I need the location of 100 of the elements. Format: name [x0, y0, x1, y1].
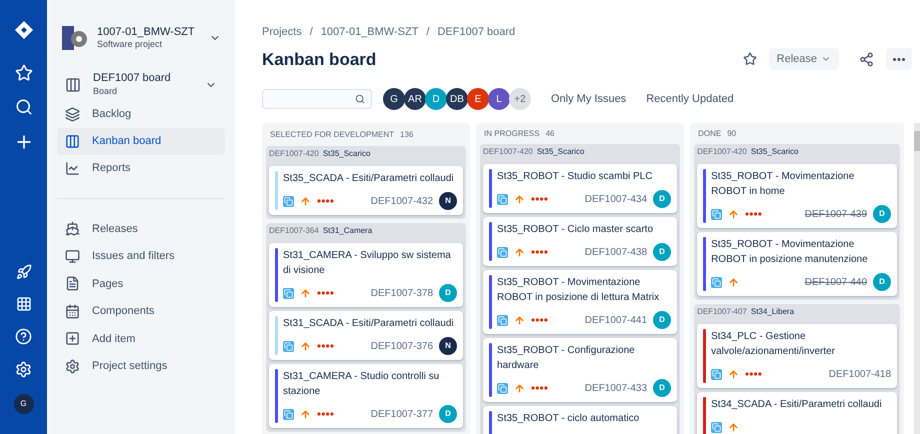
- issue-key[interactable]: DEF1007-418: [828, 366, 892, 382]
- issue-key[interactable]: DEF1007-434: [584, 192, 648, 206]
- project-name[interactable]: 1007-01_BMW-SZT: [97, 26, 201, 40]
- release-button[interactable]: Release: [768, 48, 839, 70]
- issue-card[interactable]: St35_ROBOT - Studio scambi PLC DEF1007-434 D: [483, 164, 678, 213]
- avatar-filter[interactable]: L: [488, 88, 510, 110]
- sidebar-item[interactable]: Add item: [57, 325, 225, 352]
- priority-icon: [514, 382, 526, 394]
- issue-card[interactable]: St35_ROBOT - ciclo automatico: [483, 406, 678, 434]
- issue-card[interactable]: St35_ROBOT - Movimentazione ROBOT in posizione manutenzione DEF1007-440 D: [697, 232, 898, 296]
- monitor-icon: [65, 248, 80, 264]
- sidebar-item[interactable]: Project settings: [57, 352, 225, 380]
- sidebar-item[interactable]: Pages: [57, 270, 225, 298]
- column-count: 136: [400, 129, 414, 141]
- issue-key[interactable]: DEF1007-440: [804, 274, 868, 290]
- issue-key[interactable]: DEF1007-376: [370, 338, 434, 354]
- search-icon: [355, 94, 365, 104]
- assignee-avatar: D: [653, 190, 672, 208]
- board-type: Board: [93, 86, 118, 97]
- issue-key[interactable]: DEF1007-441: [584, 312, 648, 328]
- subtask-icon: [497, 194, 508, 204]
- priority-icon: [300, 340, 311, 352]
- issue-card[interactable]: St35_ROBOT - Configurazione hardware DEF1007-433 D: [483, 338, 678, 402]
- issue-card[interactable]: St35_SCADA - Esiti/Parametri collaudi DEF1007-432 N: [269, 166, 464, 215]
- assignee-avatar: N: [439, 337, 458, 355]
- subtask-icon: [711, 208, 722, 220]
- breadcrumb-link[interactable]: DEF1007 board: [437, 24, 516, 40]
- avatar-filter[interactable]: DB: [446, 88, 468, 110]
- board-icon: [65, 76, 81, 92]
- search-icon[interactable]: [14, 98, 32, 116]
- sidebar-item[interactable]: Kanban board: [57, 128, 225, 155]
- epic-key: DEF1007-420: [269, 148, 319, 160]
- logo-icon[interactable]: [14, 20, 34, 40]
- more-icon: [893, 58, 905, 61]
- epic-key: DEF1007-407: [697, 306, 747, 318]
- priority-icon: [514, 194, 526, 204]
- issue-key[interactable]: DEF1007-433: [584, 380, 648, 396]
- issue-card[interactable]: St34_SCADA - Esiti/Parametri collaudi: [697, 392, 898, 434]
- project-logo-icon: [61, 24, 89, 52]
- subtask-icon: [497, 314, 508, 326]
- priority-icon: [300, 408, 311, 420]
- board-name[interactable]: DEF1007 board: [93, 72, 193, 86]
- settings-icon: [65, 358, 80, 374]
- settings-icon[interactable]: [15, 361, 32, 378]
- avatar-filter[interactable]: G: [383, 88, 405, 110]
- issue-key[interactable]: DEF1007-432: [370, 194, 434, 208]
- issue-card[interactable]: St31_CAMERA - Sviluppo sw sistema di visione DEF1007-378 D: [269, 243, 464, 307]
- issue-card[interactable]: St34_PLC - Gestione valvole/azionamenti/inverter DEF1007-418: [697, 324, 898, 388]
- user-avatar[interactable]: G: [14, 394, 34, 414]
- subtask-icon: [283, 196, 294, 206]
- issue-card[interactable]: St35_ROBOT - Movimentazione ROBOT in home DEF1007-439 D: [697, 164, 898, 228]
- issue-card[interactable]: St31_CAMERA - Studio controlli su stazione DEF1007-377 D: [269, 364, 464, 428]
- sidebar-item[interactable]: Components: [57, 298, 225, 325]
- avatar-filter[interactable]: AR: [404, 88, 426, 110]
- priority-icon: [728, 208, 740, 220]
- sidebar-item[interactable]: Issues and filters: [57, 242, 225, 270]
- sidebar-item[interactable]: Releases: [57, 215, 225, 242]
- avatar-filter[interactable]: +2: [509, 88, 531, 110]
- issue-key[interactable]: DEF1007-378: [370, 286, 434, 300]
- assignee-avatar: D: [873, 205, 892, 223]
- breadcrumb-link[interactable]: 1007-01_BMW-SZT: [320, 24, 418, 40]
- quick-filter[interactable]: Only My Issues: [551, 90, 626, 108]
- rocket-icon[interactable]: [16, 264, 32, 280]
- star-icon[interactable]: [742, 52, 757, 66]
- epic-key: DEF1007-364: [269, 225, 319, 237]
- share-icon[interactable]: [859, 52, 874, 67]
- issue-card[interactable]: St35_ROBOT - Ciclo master scarto DEF1007-438 D: [483, 217, 678, 266]
- sidebar-item[interactable]: Reports: [57, 155, 225, 182]
- column-title: SELECTED FOR DEVELOPMENT: [270, 129, 394, 141]
- apps-icon[interactable]: [16, 296, 32, 312]
- add-icon: [65, 331, 80, 346]
- more-button[interactable]: [886, 48, 912, 70]
- board-icon: [65, 134, 80, 149]
- help-icon[interactable]: [15, 328, 32, 345]
- search-field[interactable]: [262, 89, 372, 109]
- card-title: St35_ROBOT - Movimentazione ROBOT in posizione manutenzione: [711, 238, 869, 267]
- card-title: St35_ROBOT - ciclo automatico: [497, 412, 640, 426]
- breadcrumb-separator: /: [426, 25, 430, 40]
- card-title: St31_CAMERA - Sviluppo sw sistema di visione: [283, 249, 452, 278]
- breadcrumb-link[interactable]: Projects: [262, 24, 302, 40]
- card-title: St35_ROBOT - Movimentazione ROBOT in posizione di lettura Matrix: [497, 276, 660, 305]
- issue-card[interactable]: St35_ROBOT - Movimentazione ROBOT in posizione di lettura Matrix DEF1007-441 D: [483, 270, 678, 334]
- priority-icon: [514, 314, 526, 326]
- column-count: 46: [546, 128, 555, 140]
- card-title: St35_ROBOT - Ciclo master scarto: [497, 223, 654, 237]
- issue-key[interactable]: DEF1007-439: [804, 206, 868, 222]
- epic-name: St34_Libera: [750, 306, 794, 318]
- issue-card[interactable]: St31_SCADA - Esiti/Parametri collaudi DEF1007-376 N: [269, 311, 464, 360]
- card-title: St35_SCADA - Esiti/Parametri collaudi: [283, 172, 455, 186]
- sidebar-item[interactable]: Backlog: [57, 101, 225, 128]
- subtask-icon: [497, 246, 508, 258]
- quick-filter[interactable]: Recently Updated: [646, 90, 734, 108]
- card-title: St31_CAMERA - Studio controlli su stazione: [283, 370, 440, 399]
- column-count: 90: [727, 128, 736, 140]
- assignee-avatar: D: [439, 284, 458, 302]
- issue-key[interactable]: DEF1007-438: [584, 244, 648, 260]
- ship-icon: [65, 221, 80, 236]
- issue-key[interactable]: DEF1007-377: [370, 406, 434, 422]
- avatar-filter[interactable]: E: [467, 88, 489, 110]
- chart-icon: [65, 161, 80, 176]
